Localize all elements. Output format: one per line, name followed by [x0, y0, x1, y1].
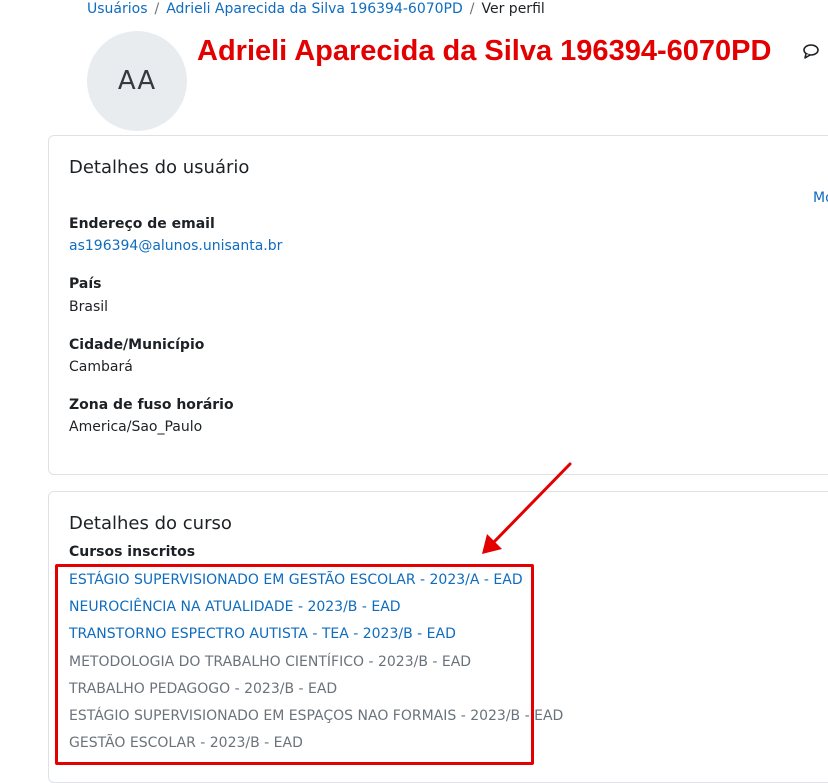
city-value: Cambará — [69, 359, 133, 375]
breadcrumb-user-link[interactable]: Adrieli Aparecida da Silva 196394-6070PD — [166, 1, 463, 17]
user-details-card: Detalhes do usuário Mo Endereço de email… — [48, 135, 828, 475]
country-value: Brasil — [69, 299, 109, 315]
course-link[interactable]: TRABALHO PEDAGOGO - 2023/B - EAD — [69, 681, 337, 697]
breadcrumb-current: Ver perfil — [481, 1, 545, 17]
course-list: ESTÁGIO SUPERVISIONADO EM GESTÃO ESCOLAR… — [69, 571, 563, 761]
email-link[interactable]: as196394@alunos.unisanta.br — [69, 238, 282, 254]
course-details-card: Detalhes do curso Cursos inscritos ESTÁG… — [48, 491, 828, 783]
page-title: Adrieli Aparecida da Silva 196394-6070PD — [197, 35, 772, 67]
speech-bubble-icon[interactable] — [802, 43, 820, 59]
breadcrumb-separator: / — [154, 1, 160, 17]
list-item: ESTÁGIO SUPERVISIONADO EM ESPAÇOS NAO FO… — [69, 707, 563, 734]
breadcrumb: Usuários / Adrieli Aparecida da Silva 1963… — [87, 0, 545, 18]
course-link[interactable]: ESTÁGIO SUPERVISIONADO EM ESPAÇOS NAO FO… — [69, 708, 563, 724]
course-link[interactable]: METODOLOGIA DO TRABALHO CIENTÍFICO - 202… — [69, 654, 471, 670]
more-link[interactable]: Mo — [813, 190, 828, 206]
list-item: TRABALHO PEDAGOGO - 2023/B - EAD — [69, 680, 563, 707]
breadcrumb-users-link[interactable]: Usuários — [87, 1, 148, 17]
timezone-label: Zona de fuso horário — [69, 397, 234, 413]
course-link[interactable]: NEUROCIÊNCIA NA ATUALIDADE - 2023/B - EA… — [69, 599, 401, 615]
course-link[interactable]: ESTÁGIO SUPERVISIONADO EM GESTÃO ESCOLAR… — [69, 572, 523, 588]
breadcrumb-separator: / — [469, 1, 475, 17]
avatar: AA — [87, 31, 187, 131]
email-label: Endereço de email — [69, 216, 215, 232]
list-item: GESTÃO ESCOLAR - 2023/B - EAD — [69, 734, 563, 761]
timezone-value: America/Sao_Paulo — [69, 419, 203, 435]
course-link[interactable]: TRANSTORNO ESPECTRO AUTISTA - TEA - 2023… — [69, 626, 456, 642]
list-item: ESTÁGIO SUPERVISIONADO EM GESTÃO ESCOLAR… — [69, 571, 563, 598]
country-label: País — [69, 276, 102, 292]
user-details-title: Detalhes do usuário — [69, 157, 250, 178]
course-details-title: Detalhes do curso — [69, 513, 232, 534]
course-link[interactable]: GESTÃO ESCOLAR - 2023/B - EAD — [69, 735, 303, 751]
list-item: TRANSTORNO ESPECTRO AUTISTA - TEA - 2023… — [69, 625, 563, 652]
enrolled-courses-label: Cursos inscritos — [69, 544, 196, 560]
list-item: NEUROCIÊNCIA NA ATUALIDADE - 2023/B - EA… — [69, 598, 563, 625]
city-label: Cidade/Município — [69, 337, 205, 353]
list-item: METODOLOGIA DO TRABALHO CIENTÍFICO - 202… — [69, 653, 563, 680]
